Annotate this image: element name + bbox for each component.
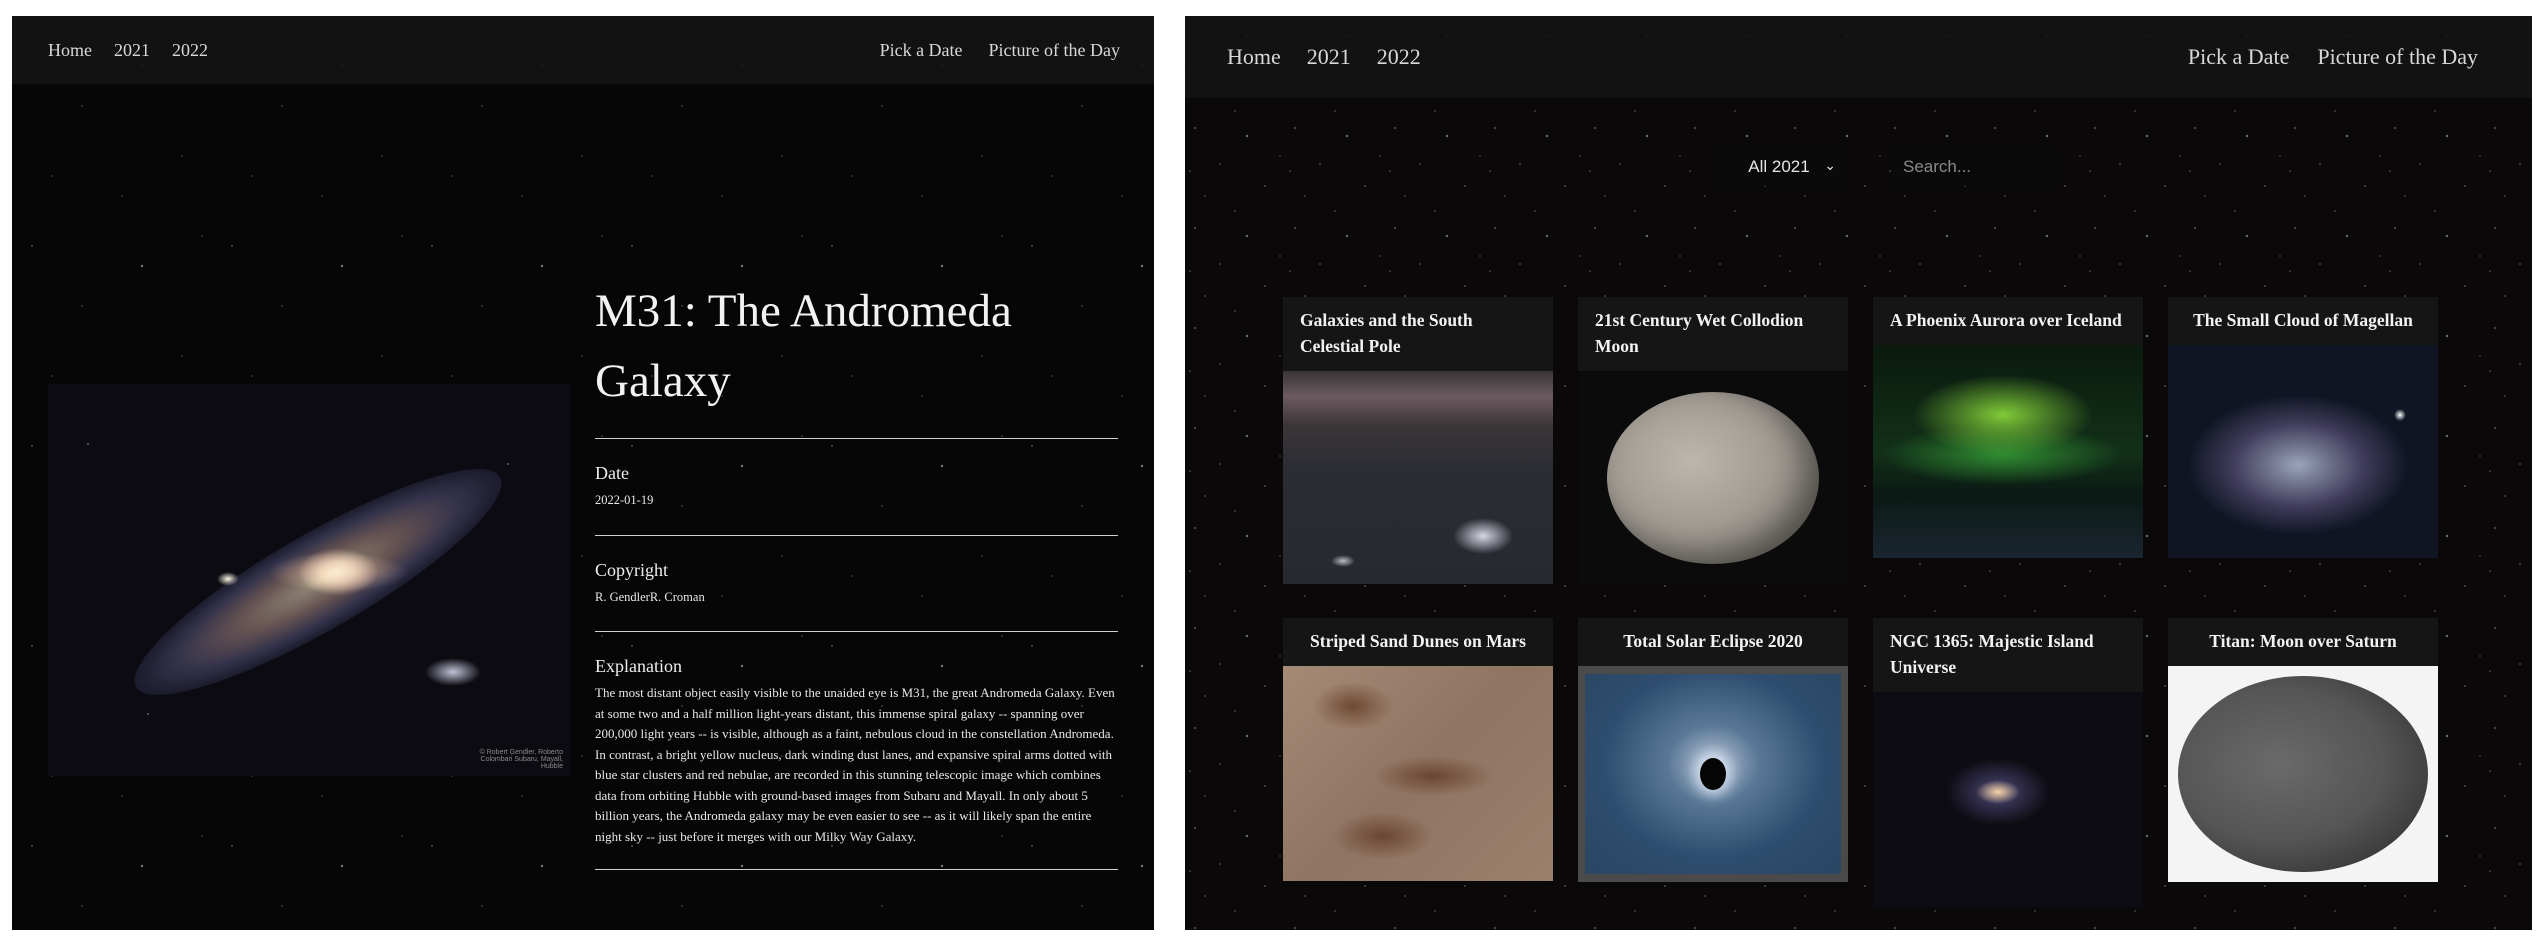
card-thumbnail (1578, 666, 1848, 882)
card-thumbnail (1283, 666, 1553, 881)
nav-pick-a-date-link[interactable]: Pick a Date (880, 40, 963, 61)
image-credit: © Robert Gendler, Roberto Colombari Suba… (479, 749, 563, 770)
nav-2022-link[interactable]: 2022 (1377, 44, 1421, 70)
card-thumbnail (1283, 371, 1553, 584)
gallery-card[interactable]: Galaxies and the South Celestial Pole (1283, 297, 1553, 584)
card-title: The Small Cloud of Magellan (2193, 310, 2413, 330)
apod-info: M31: The Andromeda Galaxy Date 2022-01-1… (595, 276, 1118, 870)
card-thumbnail (1873, 692, 2143, 907)
explanation-label: Explanation (595, 656, 682, 676)
gallery-card[interactable]: A Phoenix Aurora over Iceland (1873, 297, 2143, 558)
card-title: Striped Sand Dunes on Mars (1310, 631, 1526, 651)
filter-bar: All 2021 ⌄ (1712, 148, 2057, 186)
nav-2022-link[interactable]: 2022 (172, 40, 208, 61)
gallery-card[interactable]: Titan: Moon over Saturn (2168, 618, 2438, 882)
gallery-card[interactable]: NGC 1365: Majestic Island Universe (1873, 618, 2143, 907)
copyright-value: R. GendlerR. Croman (595, 589, 705, 604)
copyright-label: Copyright (595, 559, 669, 580)
gallery-card[interactable]: Striped Sand Dunes on Mars (1283, 618, 1553, 881)
eclipse-frame (1585, 674, 1841, 874)
year-select[interactable]: All 2021 ⌄ (1712, 148, 1846, 186)
titan-image (2178, 676, 2428, 872)
card-thumbnail (2168, 345, 2438, 558)
date-label: Date (595, 463, 629, 483)
apod-detail-page: Home 2021 2022 Pick a Date Picture of th… (12, 16, 1154, 930)
search-input[interactable] (1892, 148, 2057, 186)
nav-home-link[interactable]: Home (1227, 44, 1281, 70)
nav-picture-of-the-day-link[interactable]: Picture of the Day (2317, 44, 2478, 70)
card-title: NGC 1365: Majestic Island Universe (1890, 631, 2094, 677)
card-title: Galaxies and the South Celestial Pole (1300, 310, 1473, 356)
date-section: Date 2022-01-19 (595, 438, 1118, 535)
top-navbar: Home 2021 2022 Pick a Date Picture of th… (1185, 16, 2532, 98)
apod-image: © Robert Gendler, Roberto Colombari Suba… (48, 384, 571, 776)
card-title: A Phoenix Aurora over Iceland (1890, 310, 2122, 330)
card-title: Titan: Moon over Saturn (2209, 631, 2397, 651)
gallery-card[interactable]: Total Solar Eclipse 2020 (1578, 618, 1848, 882)
page-title: M31: The Andromeda Galaxy (595, 285, 1012, 407)
year-select-value: All 2021 (1748, 157, 1810, 176)
moon-image (1607, 391, 1819, 564)
card-title: Total Solar Eclipse 2020 (1623, 631, 1803, 651)
nav-2021-link[interactable]: 2021 (1307, 44, 1351, 70)
top-navbar: Home 2021 2022 Pick a Date Picture of th… (12, 16, 1154, 84)
chevron-down-icon: ⌄ (1824, 157, 1836, 173)
card-title: 21st Century Wet Collodion Moon (1595, 310, 1804, 356)
nav-2021-link[interactable]: 2021 (114, 40, 150, 61)
card-thumbnail (1578, 371, 1848, 584)
apod-gallery-page: Home 2021 2022 Pick a Date Picture of th… (1185, 16, 2532, 930)
card-thumbnail (1873, 345, 2143, 558)
explanation-text: The most distant object easily visible t… (595, 685, 1115, 844)
eclipse-sun (1700, 758, 1726, 790)
nav-pick-a-date-link[interactable]: Pick a Date (2188, 44, 2289, 70)
card-thumbnail (2168, 666, 2438, 882)
andromeda-galaxy-disk (112, 435, 524, 729)
gallery-card[interactable]: 21st Century Wet Collodion Moon (1578, 297, 1848, 584)
nav-home-link[interactable]: Home (48, 40, 92, 61)
gallery-card[interactable]: The Small Cloud of Magellan (2168, 297, 2438, 558)
nav-picture-of-the-day-link[interactable]: Picture of the Day (989, 40, 1120, 61)
date-value: 2022-01-19 (595, 493, 654, 507)
copyright-section: Copyright R. GendlerR. Croman (595, 534, 1118, 632)
explanation-section: Explanation The most distant object easi… (595, 631, 1118, 870)
